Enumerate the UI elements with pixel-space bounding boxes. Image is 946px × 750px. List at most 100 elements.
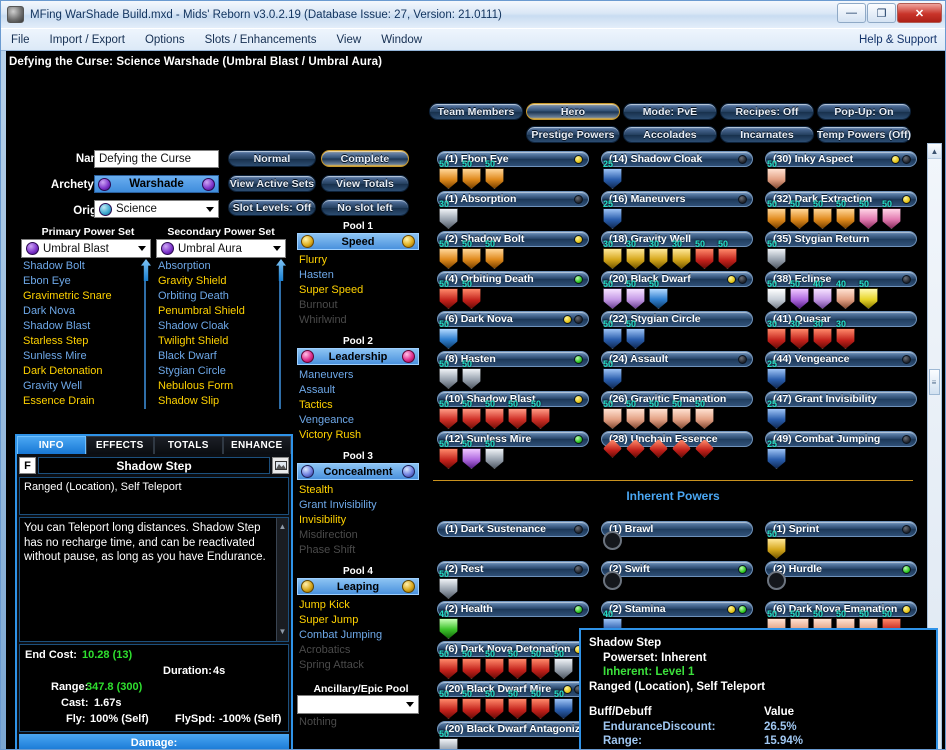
status-dot-k[interactable] <box>574 565 583 574</box>
top-button-pop-up-on[interactable]: Pop-Up: On <box>817 103 911 120</box>
enhancement-slot-1[interactable]: 50 <box>462 440 482 469</box>
power-slot--35-stygian-return[interactable]: (35) Stygian Return <box>765 231 917 247</box>
power-slot--6-dark-nova[interactable]: (6) Dark Nova <box>437 311 589 327</box>
enhancement-slot-0[interactable]: 50 <box>767 240 787 269</box>
status-dot-k[interactable] <box>902 275 911 284</box>
pool2-power-0[interactable]: Maneuvers <box>299 368 419 383</box>
pool1-power-0[interactable]: Flurry <box>299 253 419 268</box>
enhancement-slot-0[interactable]: 30 <box>603 240 623 269</box>
enhancement-slot-0[interactable] <box>603 570 623 590</box>
enhancement-slot-0[interactable]: 50 <box>439 400 459 429</box>
pool3-power-4[interactable]: Phase Shift <box>299 543 419 558</box>
enhancement-slot-2[interactable]: 50 <box>485 690 505 719</box>
enhancement-slot-3[interactable]: 30 <box>836 320 856 349</box>
enhancement-icon[interactable] <box>836 288 855 309</box>
status-dot-g[interactable] <box>574 605 583 614</box>
pool4-power-2[interactable]: Combat Jumping <box>299 628 419 643</box>
enhancement-icon[interactable] <box>672 408 691 429</box>
help-support-link[interactable]: Help & Support <box>859 34 937 46</box>
archetype-select[interactable]: Warshade <box>94 175 219 193</box>
enhancement-slot-5[interactable]: 50 <box>554 690 574 719</box>
enhancement-icon[interactable] <box>462 448 481 469</box>
enhancement-slot-3[interactable]: 40 <box>836 280 856 309</box>
inherent-slot--1-dark-sustenance[interactable]: (1) Dark Sustenance <box>437 521 589 537</box>
status-dot-y[interactable] <box>902 605 911 614</box>
enhancement-icon[interactable] <box>462 288 481 309</box>
enhancement-icon[interactable] <box>554 698 573 719</box>
enhancement-icon[interactable] <box>603 248 622 269</box>
enhancement-slot-0[interactable]: 25 <box>767 400 787 429</box>
enhancement-slot-2[interactable]: 50 <box>485 400 505 429</box>
status-dot-g[interactable] <box>574 355 583 364</box>
enhancement-slot-4[interactable]: 50 <box>531 400 551 429</box>
pool3-power-0[interactable]: Stealth <box>299 483 419 498</box>
enhancement-icon[interactable] <box>603 328 622 349</box>
primary-set-select[interactable]: Umbral Blast <box>21 239 151 258</box>
status-dot-g[interactable] <box>574 435 583 444</box>
enhancement-slot-0[interactable]: 30 <box>439 200 459 229</box>
enhancement-slot-1[interactable] <box>626 440 646 458</box>
info-tab-effects[interactable]: EFFECTS <box>86 436 155 454</box>
origin-select[interactable]: Science <box>94 200 219 218</box>
enhancement-icon[interactable] <box>603 368 622 389</box>
build-button-complete[interactable]: Complete <box>321 150 409 167</box>
enhancement-slot-4[interactable]: 50 <box>695 240 715 269</box>
enhancement-slot-0[interactable]: 50 <box>439 650 459 679</box>
build-button-view-totals[interactable]: View Totals <box>321 175 409 192</box>
pool-header-leadership[interactable]: Leadership <box>297 348 419 365</box>
enhancement-slot-4[interactable]: 50 <box>859 280 879 309</box>
pool2-power-3[interactable]: Vengeance <box>299 413 419 428</box>
status-dot-k[interactable] <box>902 435 911 444</box>
enhancement-slot-1[interactable]: 30 <box>790 320 810 349</box>
enhancement-slot-4[interactable]: 50 <box>695 400 715 429</box>
pool2-power-2[interactable]: Tactics <box>299 398 419 413</box>
enhancement-icon[interactable] <box>813 208 832 229</box>
enhancement-icon[interactable] <box>767 328 786 349</box>
enhancement-icon[interactable] <box>695 248 714 269</box>
enhancement-slot-4[interactable]: 50 <box>531 690 551 719</box>
top-button-recipes-off[interactable]: Recipes: Off <box>720 103 814 120</box>
status-dot-k[interactable] <box>574 315 583 324</box>
primary-power-3[interactable]: Dark Nova <box>23 304 143 319</box>
status-dot-k[interactable] <box>738 275 747 284</box>
enhancement-icon[interactable] <box>836 328 855 349</box>
enhancement-icon[interactable] <box>439 328 458 349</box>
enhancement-slot-0[interactable]: 50 <box>439 240 459 269</box>
primary-power-7[interactable]: Dark Detonation <box>23 364 143 379</box>
menu-item-view[interactable]: View <box>336 34 361 46</box>
enhancement-slot-0[interactable]: 50 <box>767 530 787 559</box>
enhancement-slot-0[interactable]: 50 <box>767 160 787 189</box>
enhancement-slot-0[interactable]: 50 <box>439 280 459 309</box>
top-button-accolades[interactable]: Accolades <box>623 126 717 143</box>
status-dot-y[interactable] <box>891 155 900 164</box>
primary-power-5[interactable]: Starless Step <box>23 334 143 349</box>
status-dot-k[interactable] <box>902 355 911 364</box>
menu-item-file[interactable]: File <box>11 34 30 46</box>
ancillary-nothing-item[interactable]: Nothing <box>299 715 337 730</box>
pool-header-leaping[interactable]: Leaping <box>297 578 419 595</box>
enhancement-slot-2[interactable]: 30 <box>813 320 833 349</box>
enhancement-icon[interactable] <box>603 288 622 309</box>
enhancement-icon[interactable] <box>462 658 481 679</box>
inherent-slot--2-stamina[interactable]: (2) Stamina <box>601 601 753 617</box>
enhancement-slot-0[interactable]: 50 <box>439 360 459 389</box>
enhancement-slot-2[interactable]: 40 <box>813 280 833 309</box>
enhancement-slot-1[interactable]: 50 <box>462 400 482 429</box>
enhancement-slot-0[interactable] <box>603 440 623 458</box>
enhancement-icon[interactable] <box>767 248 786 269</box>
enhancement-slot-0[interactable]: 50 <box>603 400 623 429</box>
enhancement-icon[interactable] <box>439 618 458 639</box>
enhancement-icon[interactable] <box>790 208 809 229</box>
ancillary-select[interactable] <box>297 695 419 714</box>
power-slot--14-shadow-cloak[interactable]: (14) Shadow Cloak <box>601 151 753 167</box>
enhancement-icon[interactable] <box>649 439 668 458</box>
secondary-power-0[interactable]: Absorption <box>158 259 278 274</box>
status-dot-y[interactable] <box>574 155 583 164</box>
enhancement-slot-1[interactable]: 50 <box>790 200 810 229</box>
enhancement-icon[interactable] <box>813 328 832 349</box>
enhancement-slot-0[interactable]: 50 <box>439 570 459 599</box>
enhancement-icon[interactable] <box>485 448 504 469</box>
enhancement-slot-0[interactable]: 50 <box>603 280 623 309</box>
enhancement-icon[interactable] <box>859 288 878 309</box>
enhancement-slot-0[interactable]: 50 <box>439 160 459 189</box>
